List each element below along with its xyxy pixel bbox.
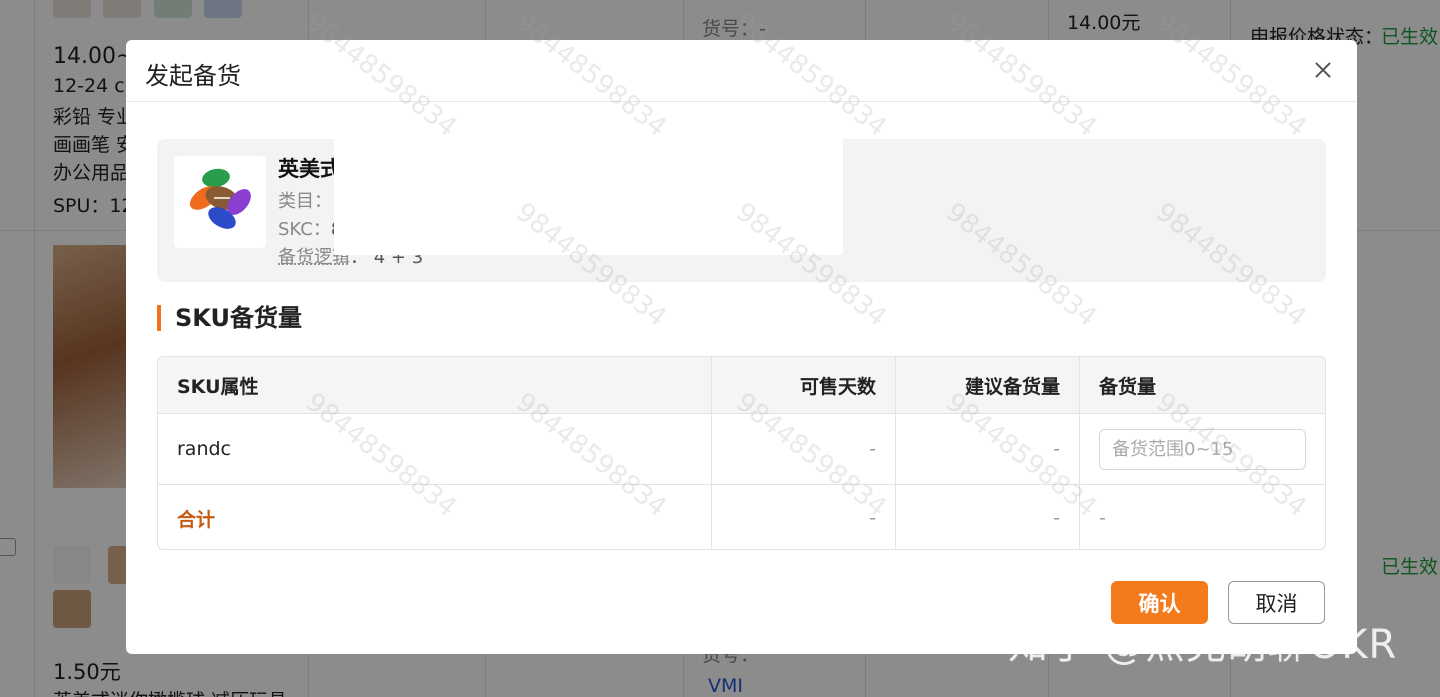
column-header: 建议备货量 [896, 357, 1080, 413]
total-days: - [712, 485, 896, 549]
product-image [174, 156, 266, 248]
total-qty: - [1099, 507, 1106, 529]
stock-modal: 发起备货 英美式 类目： SKC：8 备货逻辑： 4 + 3 ， SKU备货量 … [126, 40, 1357, 654]
skc-label: SKC：8 [278, 215, 342, 241]
table-header: SKU属性 可售天数 建议备货量 备货量 [158, 357, 1325, 414]
table-total-row: 合计 - - - [158, 485, 1325, 549]
category-label: 类目： [278, 191, 332, 212]
modal-title: 发起备货 [145, 62, 241, 90]
column-header: 备货量 [1099, 375, 1157, 398]
stock-qty-input[interactable] [1099, 428, 1306, 470]
column-header: SKU属性 [158, 357, 712, 413]
total-suggested: - [896, 485, 1080, 549]
sale-days: - [712, 414, 896, 484]
source-watermark: 知乎 @杰克胡聊OKR [1008, 622, 1398, 668]
product-title: 英美式 [278, 157, 341, 181]
total-label: 合计 [158, 485, 712, 549]
section-title: SKU备货量 [157, 305, 302, 331]
redaction-block [334, 139, 843, 255]
suggested-qty: - [896, 414, 1080, 484]
sku-attribute: randc [158, 414, 712, 484]
football-icon [189, 168, 251, 229]
table-row: randc - - [158, 414, 1325, 485]
qty-cell [1080, 414, 1325, 484]
close-icon[interactable] [1311, 58, 1335, 82]
column-header: 可售天数 [712, 357, 896, 413]
sku-table: SKU属性 可售天数 建议备货量 备货量 randc - - 合计 - - - [157, 356, 1326, 550]
skc-key: SKC： [278, 219, 331, 240]
modal-header: 发起备货 [126, 40, 1357, 102]
